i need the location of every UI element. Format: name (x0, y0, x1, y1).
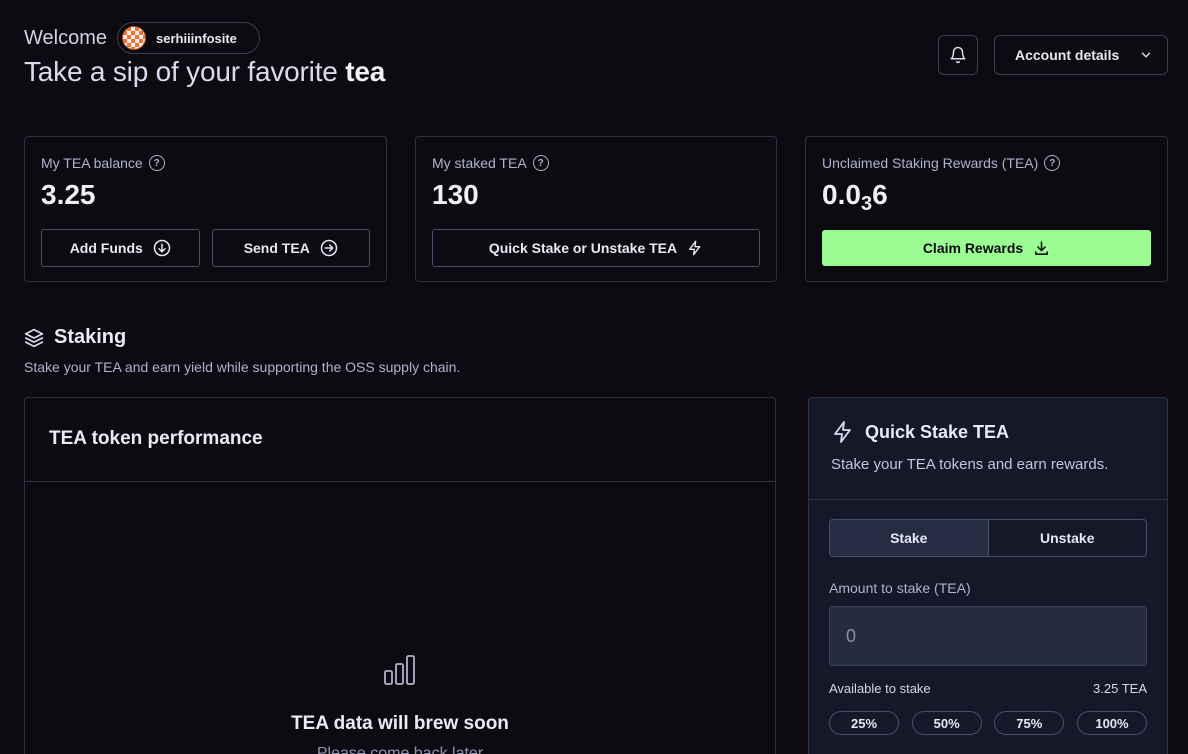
add-funds-button[interactable]: Add Funds (41, 229, 200, 267)
welcome-row: Welcome serhiiinfosite (24, 22, 260, 54)
account-details-label: Account details (1015, 47, 1120, 63)
percent-buttons: 25% 50% 75% 100% (829, 711, 1147, 735)
rewards-value: 0.036 (822, 179, 1151, 215)
claim-rewards-label: Claim Rewards (922, 240, 1024, 256)
quick-stake-unstake-label: Quick Stake or Unstake TEA (488, 240, 678, 256)
quick-stake-unstake-button[interactable]: Quick Stake or Unstake TEA (432, 229, 760, 267)
help-icon[interactable]: ? (148, 155, 165, 171)
help-icon[interactable]: ? (532, 155, 549, 171)
send-tea-label: Send TEA (243, 240, 310, 256)
balance-value: 3.25 (41, 179, 96, 210)
user-chip[interactable]: serhiiinfosite (117, 22, 260, 54)
avatar (122, 26, 146, 50)
bell-icon (949, 46, 967, 64)
staked-label: My staked TEA (432, 155, 527, 171)
balance-label: My TEA balance (41, 155, 143, 171)
quick-stake-title: Quick Stake TEA (865, 421, 1010, 442)
quick-stake-header: Quick Stake TEA Stake your TEA tokens an… (809, 398, 1167, 500)
lightning-icon (687, 240, 703, 256)
balance-card: My TEA balance ? 3.25 Add Funds Send TEA (24, 136, 387, 282)
quick-stake-card: Quick Stake TEA Stake your TEA tokens an… (808, 397, 1168, 754)
welcome-text: Welcome (24, 26, 107, 49)
percent-75-button[interactable]: 75% (994, 711, 1065, 735)
download-icon (1033, 240, 1050, 257)
staked-label-row: My staked TEA ? (432, 155, 760, 171)
amount-input[interactable] (829, 606, 1147, 666)
help-icon[interactable]: ? (1044, 155, 1061, 171)
username: serhiiinfosite (156, 30, 237, 46)
tab-stake[interactable]: Stake (830, 520, 989, 556)
add-funds-label: Add Funds (69, 240, 143, 256)
percent-50-button[interactable]: 50% (911, 711, 982, 735)
performance-empty-state: TEA data will brew soon Please come back… (25, 653, 775, 754)
rewards-value-end: 6 (872, 179, 888, 210)
account-details-button[interactable]: Account details (994, 35, 1168, 75)
quick-stake-subtitle: Stake your TEA tokens and earn rewards. (831, 456, 1109, 473)
available-value: 3.25 TEA (1093, 681, 1147, 696)
empty-state-title: TEA data will brew soon (291, 713, 509, 734)
page-title: Take a sip of your favorite tea (24, 56, 385, 88)
headline-bold: tea (345, 56, 386, 87)
claim-rewards-button[interactable]: Claim Rewards (822, 230, 1151, 266)
quick-stake-title-row: Quick Stake TEA (831, 420, 1147, 444)
staking-subtitle: Stake your TEA and earn yield while supp… (24, 359, 461, 375)
available-row: Available to stake 3.25 TEA (829, 681, 1147, 696)
available-label: Available to stake (829, 681, 931, 696)
rewards-label-row: Unclaimed Staking Rewards (TEA) ? (822, 155, 1151, 171)
percent-25-button[interactable]: 25% (829, 711, 899, 735)
balance-label-row: My TEA balance ? (41, 155, 370, 171)
rewards-label: Unclaimed Staking Rewards (TEA) (822, 155, 1039, 171)
amount-label: Amount to stake (TEA) (829, 580, 971, 596)
performance-card: TEA token performance TEA data will brew… (24, 397, 776, 754)
tab-unstake[interactable]: Unstake (989, 520, 1147, 556)
rewards-card: Unclaimed Staking Rewards (TEA) ? 0.036 … (805, 136, 1168, 282)
chevron-down-icon (1139, 48, 1153, 62)
bar-chart-icon (383, 653, 417, 687)
rewards-value-subscript: 3 (860, 193, 873, 215)
arrow-down-circle-icon (153, 239, 171, 257)
staked-value: 130 (432, 179, 479, 210)
stake-tabs: Stake Unstake (829, 519, 1147, 557)
empty-state-subtitle: Please come back later (316, 745, 484, 754)
performance-title: TEA token performance (25, 398, 775, 482)
lightning-icon (831, 420, 855, 444)
staked-card: My staked TEA ? 130 Quick Stake or Unsta… (415, 136, 777, 282)
notifications-button[interactable] (938, 35, 978, 75)
layers-icon (24, 328, 44, 348)
headline-prefix: Take a sip of your favorite (24, 56, 346, 87)
staking-heading: Staking (24, 326, 126, 349)
rewards-value-main: 0.0 (822, 179, 861, 210)
send-tea-button[interactable]: Send TEA (211, 229, 370, 267)
arrow-right-circle-icon (320, 239, 338, 257)
percent-100-button[interactable]: 100% (1076, 711, 1147, 735)
staking-title: Staking (54, 326, 127, 348)
